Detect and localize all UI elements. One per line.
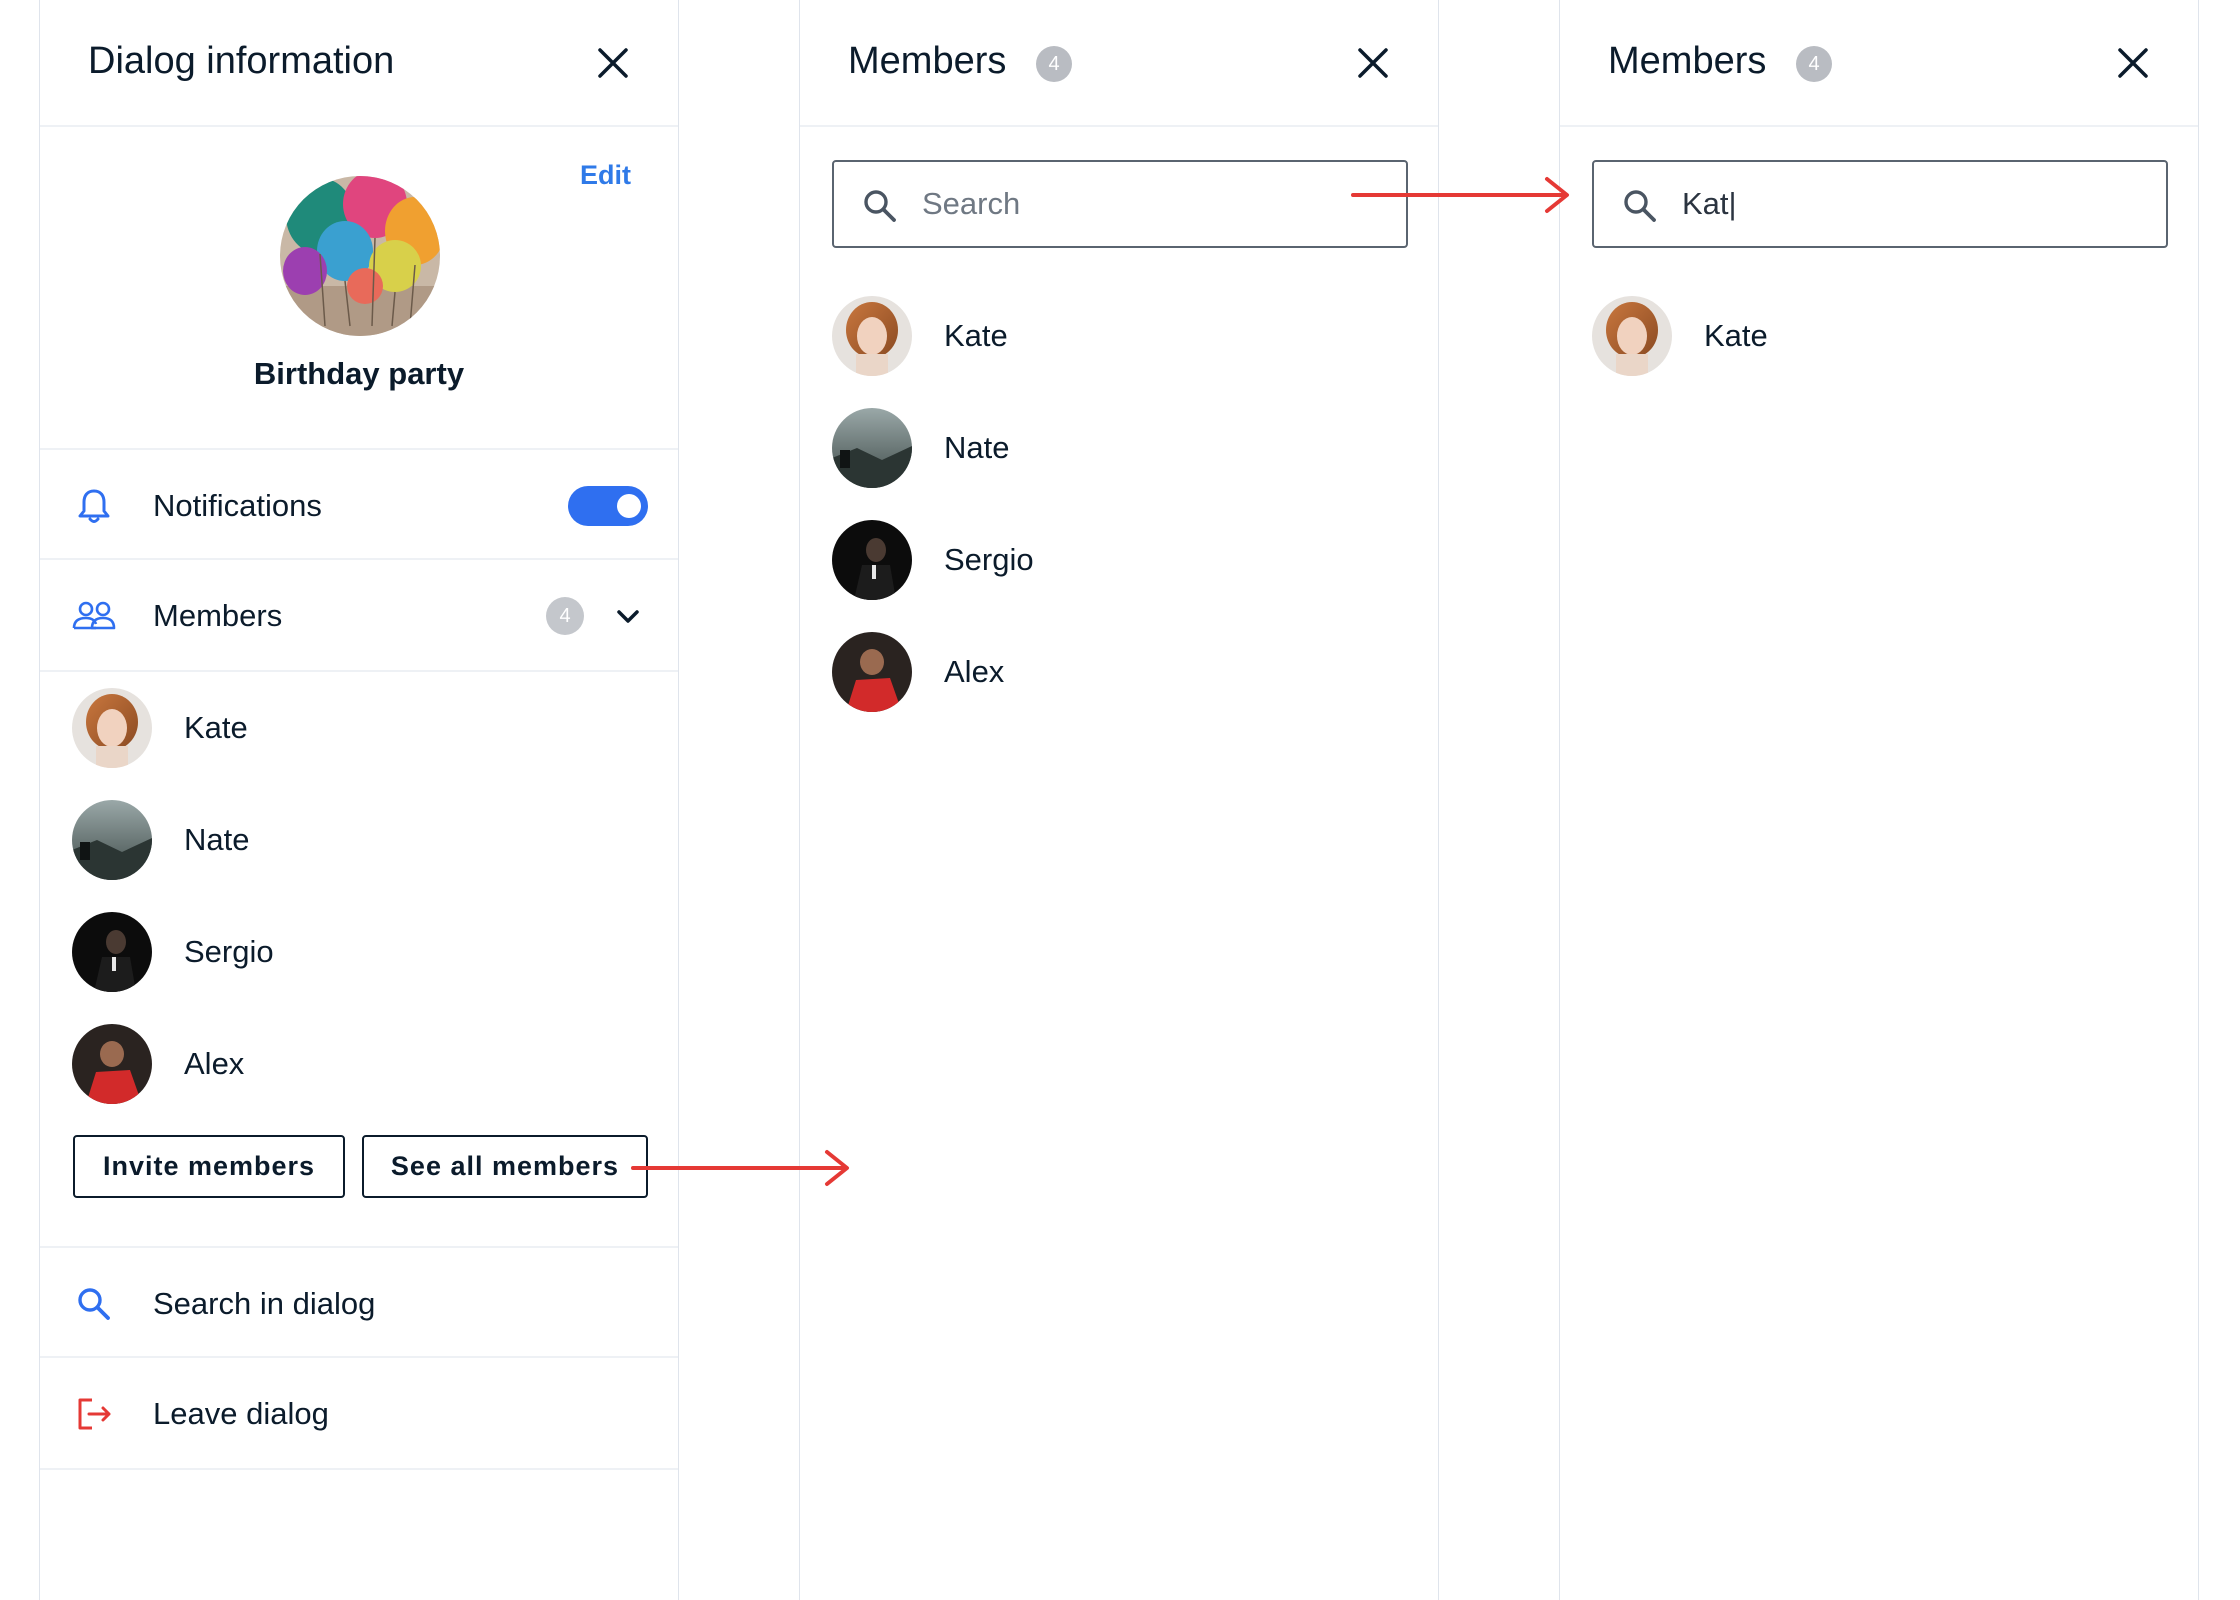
panel-header: Dialog information xyxy=(40,0,678,127)
panel-title: Dialog information xyxy=(88,40,395,82)
members-count-badge: 4 xyxy=(1796,46,1832,82)
chevron-down-icon[interactable] xyxy=(612,600,644,632)
close-icon xyxy=(598,48,628,78)
member-name: Kate xyxy=(184,710,248,745)
see-all-members-button[interactable]: See all members xyxy=(362,1135,648,1198)
panel-title: Members xyxy=(1608,40,1767,82)
panel-title: Members xyxy=(848,40,1007,82)
invite-members-button[interactable]: Invite members xyxy=(73,1135,345,1198)
member-item[interactable]: Kate xyxy=(832,294,1392,378)
search-in-dialog-row[interactable]: Search in dialog xyxy=(40,1246,678,1358)
panel-header: Members 4 xyxy=(800,0,1438,127)
avatar xyxy=(832,520,912,600)
close-button[interactable] xyxy=(2116,46,2150,80)
close-icon xyxy=(1358,48,1388,78)
flow-arrow-icon xyxy=(631,1150,849,1186)
avatar xyxy=(72,800,152,880)
people-icon xyxy=(72,601,116,630)
avatar xyxy=(832,632,912,712)
leave-icon xyxy=(78,1398,111,1430)
member-name: Nate xyxy=(944,430,1010,465)
group-name: Birthday party xyxy=(253,356,465,391)
search-icon xyxy=(78,1288,110,1320)
member-name: Alex xyxy=(184,1046,245,1081)
members-panel: Members 4 Kate Nate Sergio Alex xyxy=(799,0,1439,1600)
search-icon xyxy=(864,190,896,222)
member-item[interactable]: Sergio xyxy=(832,518,1392,602)
member-search-field xyxy=(832,160,1408,248)
close-button[interactable] xyxy=(596,46,630,80)
search-input[interactable] xyxy=(1682,180,2142,228)
member-name: Sergio xyxy=(944,542,1034,577)
member-item[interactable]: Kate xyxy=(1592,294,2152,378)
member-search-field xyxy=(1592,160,2168,248)
bell-icon xyxy=(78,489,110,523)
edit-link[interactable]: Edit xyxy=(580,160,631,191)
leave-dialog-label: Leave dialog xyxy=(153,1396,329,1431)
dialog-information-panel: Dialog information Edit Birthday party N… xyxy=(39,0,679,1600)
panel-header: Members 4 xyxy=(1560,0,2198,127)
search-icon xyxy=(1624,190,1656,222)
leave-dialog-row[interactable]: Leave dialog xyxy=(40,1358,678,1470)
notifications-row: Notifications xyxy=(40,448,678,560)
member-name: Nate xyxy=(184,822,250,857)
avatar xyxy=(832,408,912,488)
avatar xyxy=(832,296,912,376)
member-name: Sergio xyxy=(184,934,274,969)
notifications-toggle[interactable] xyxy=(568,486,648,526)
close-button[interactable] xyxy=(1356,46,1390,80)
members-count-badge: 4 xyxy=(546,597,584,635)
member-item[interactable]: Kate xyxy=(72,686,632,770)
avatar xyxy=(72,1024,152,1104)
member-item[interactable]: Nate xyxy=(832,406,1392,490)
toggle-knob xyxy=(617,494,641,518)
avatar xyxy=(72,688,152,768)
member-name: Kate xyxy=(1704,318,1768,353)
members-search-panel: Members 4 Kate xyxy=(1559,0,2199,1600)
member-item[interactable]: Alex xyxy=(832,630,1392,714)
flow-arrow-icon xyxy=(1351,177,1569,213)
member-item[interactable]: Sergio xyxy=(72,910,632,994)
member-name: Kate xyxy=(944,318,1008,353)
members-count-badge: 4 xyxy=(1036,46,1072,82)
close-icon xyxy=(2118,48,2148,78)
notifications-label: Notifications xyxy=(153,488,322,523)
avatar xyxy=(72,912,152,992)
member-name: Alex xyxy=(944,654,1005,689)
search-in-dialog-label: Search in dialog xyxy=(153,1286,376,1321)
members-row[interactable]: Members 4 xyxy=(40,560,678,672)
member-item[interactable]: Nate xyxy=(72,798,632,882)
member-item[interactable]: Alex xyxy=(72,1022,632,1106)
avatar xyxy=(1592,296,1672,376)
search-input[interactable] xyxy=(922,180,1382,228)
group-avatar[interactable] xyxy=(280,176,440,336)
members-label: Members xyxy=(153,598,283,633)
